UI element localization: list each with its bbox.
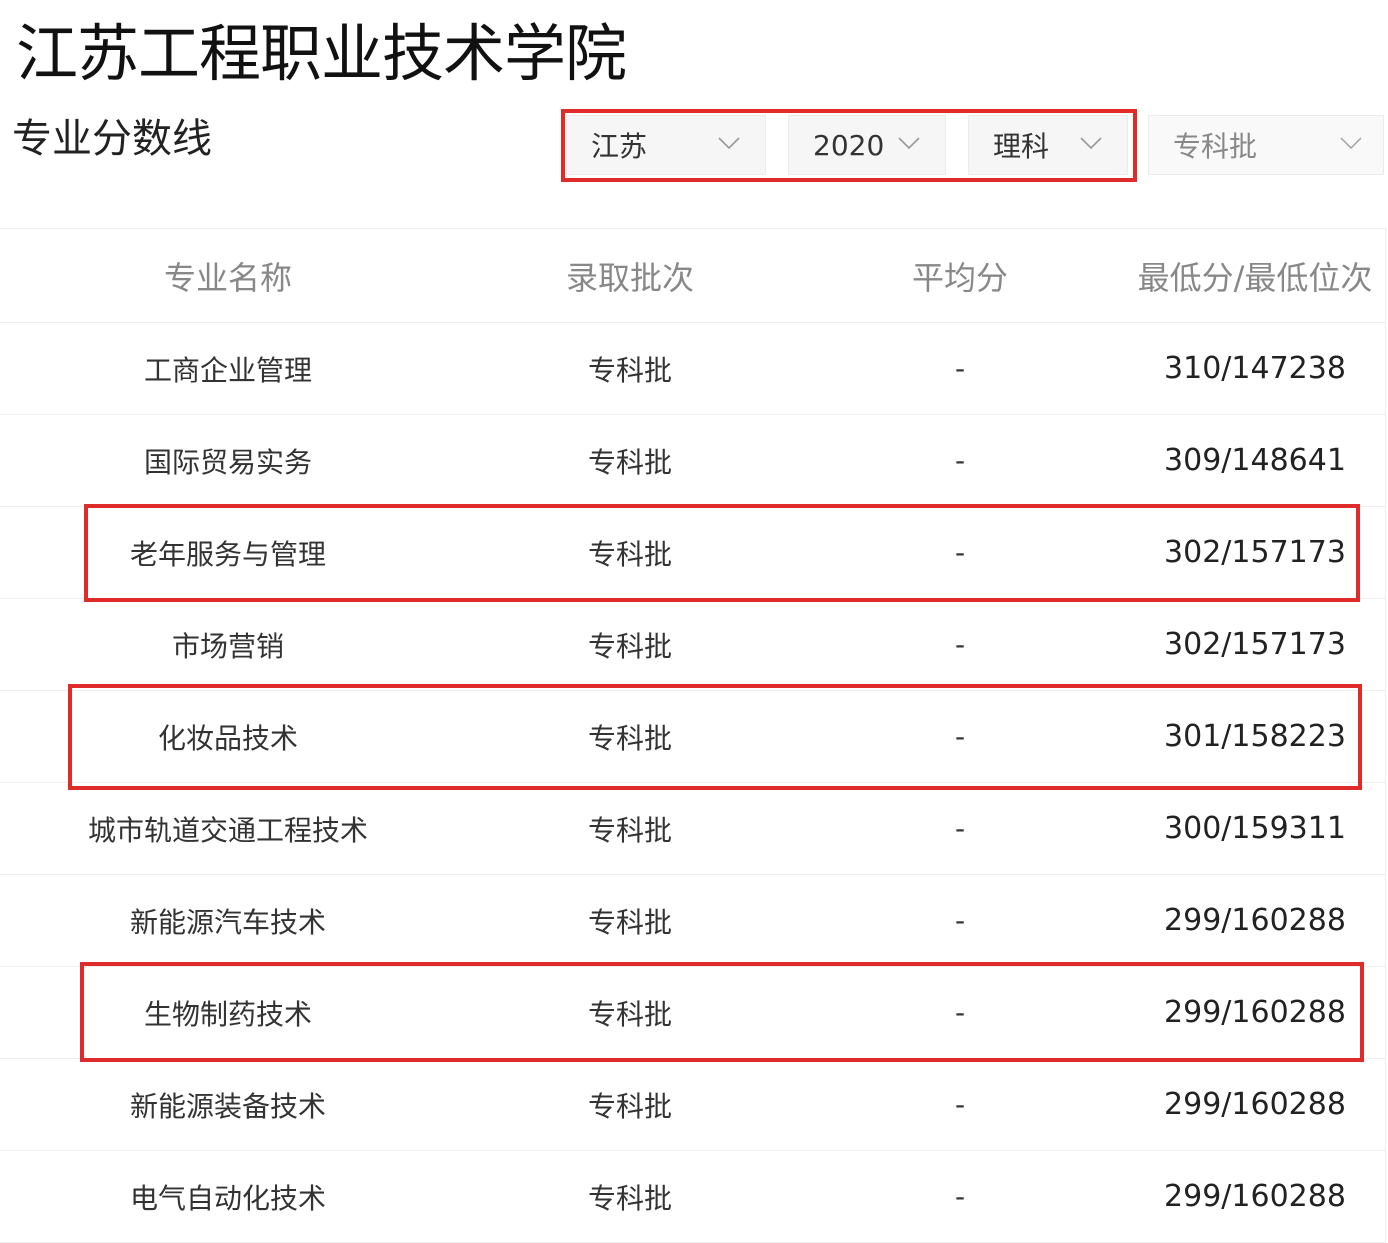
major-name: 工商企业管理: [143, 353, 312, 387]
score-table: 专业名称 录取批次 平均分 最低分/最低位次 工商企业管理 专科批 - 310/…: [0, 228, 1386, 1243]
column-header-average[interactable]: 平均分: [860, 229, 1060, 322]
average-score: -: [954, 1180, 966, 1213]
table-row: 新能源装备技术 专科批 - 299/160288: [0, 1059, 1385, 1151]
major-name: 电气自动化技术: [129, 1181, 326, 1215]
major-name: 化妆品技术: [157, 721, 298, 755]
major-name: 新能源装备技术: [129, 1089, 326, 1123]
table-row: 老年服务与管理 专科批 - 302/157173: [0, 507, 1385, 599]
column-header-batch[interactable]: 录取批次: [480, 229, 780, 322]
chevron-down-icon: [718, 137, 740, 150]
major-name: 国际贸易实务: [143, 445, 312, 479]
year-select-value: 2020: [813, 128, 885, 162]
province-select-value: 江苏: [591, 130, 648, 163]
table-row: 城市轨道交通工程技术 专科批 - 300/159311: [0, 783, 1385, 875]
admission-batch: 专科批: [587, 629, 672, 663]
admission-batch: 专科批: [587, 537, 672, 571]
admission-batch: 专科批: [587, 721, 672, 755]
table-header: 专业名称 录取批次 平均分 最低分/最低位次: [0, 229, 1385, 323]
admission-batch: 专科批: [587, 997, 672, 1031]
chevron-down-icon: [1340, 137, 1362, 150]
column-header-major[interactable]: 专业名称: [28, 229, 428, 322]
batch-select-value: 专科批: [1173, 130, 1258, 163]
province-select[interactable]: 江苏: [566, 115, 766, 175]
min-score-rank: 299/160288: [1164, 903, 1346, 938]
min-score-rank: 299/160288: [1164, 995, 1346, 1030]
major-name: 新能源汽车技术: [129, 905, 326, 939]
table-row: 电气自动化技术 专科批 - 299/160288: [0, 1151, 1385, 1243]
min-score-rank: 299/160288: [1164, 1087, 1346, 1122]
average-score: -: [954, 996, 966, 1029]
average-score: -: [954, 444, 966, 477]
min-score-rank: 310/147238: [1164, 351, 1346, 386]
average-score: -: [954, 1088, 966, 1121]
batch-select[interactable]: 专科批: [1148, 115, 1384, 175]
school-name: 江苏工程职业技术学院: [16, 17, 627, 90]
major-name: 市场营销: [171, 629, 284, 663]
subject-select-value: 理科: [993, 130, 1050, 163]
min-score-rank: 302/157173: [1164, 535, 1346, 570]
subject-select[interactable]: 理科: [968, 115, 1128, 175]
major-name: 生物制药技术: [143, 997, 312, 1031]
admission-batch: 专科批: [587, 1089, 672, 1123]
average-score: -: [954, 536, 966, 569]
average-score: -: [954, 904, 966, 937]
column-header-min-rank[interactable]: 最低分/最低位次: [1120, 229, 1388, 322]
major-name: 城市轨道交通工程技术: [87, 813, 368, 847]
average-score: -: [954, 720, 966, 753]
table-row: 市场营销 专科批 - 302/157173: [0, 599, 1385, 691]
min-score-rank: 309/148641: [1164, 443, 1346, 478]
average-score: -: [954, 812, 966, 845]
admission-batch: 专科批: [587, 445, 672, 479]
average-score: -: [954, 628, 966, 661]
admission-batch: 专科批: [587, 1181, 672, 1215]
major-name: 老年服务与管理: [129, 537, 326, 571]
average-score: -: [954, 352, 966, 385]
admission-batch: 专科批: [587, 813, 672, 847]
min-score-rank: 301/158223: [1164, 719, 1346, 754]
table-row: 生物制药技术 专科批 - 299/160288: [0, 967, 1385, 1059]
admission-batch: 专科批: [587, 353, 672, 387]
table-row: 新能源汽车技术 专科批 - 299/160288: [0, 875, 1385, 967]
table-row: 国际贸易实务 专科批 - 309/148641: [0, 415, 1385, 507]
filter-bar: 江苏 2020 理科 专科批: [0, 115, 1388, 177]
chevron-down-icon: [1080, 137, 1102, 150]
min-score-rank: 300/159311: [1164, 811, 1346, 846]
admission-batch: 专科批: [587, 905, 672, 939]
min-score-rank: 299/160288: [1164, 1179, 1346, 1214]
year-select[interactable]: 2020: [788, 115, 946, 175]
chevron-down-icon: [898, 137, 920, 150]
table-row: 化妆品技术 专科批 - 301/158223: [0, 691, 1385, 783]
table-row: 工商企业管理 专科批 - 310/147238: [0, 323, 1385, 415]
min-score-rank: 302/157173: [1164, 627, 1346, 662]
